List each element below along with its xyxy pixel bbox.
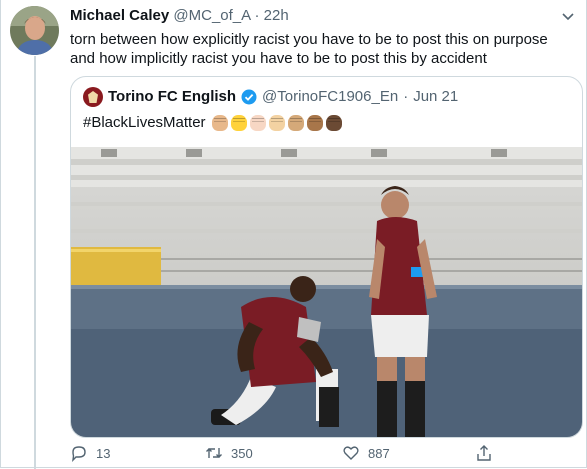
- quoted-author-handle: @TorinoFC1906_En: [262, 88, 399, 105]
- share-icon: [477, 445, 491, 461]
- quoted-date: Jun 21: [413, 88, 459, 105]
- raised-fist-emoji-icon: [268, 115, 285, 131]
- separator-dot: ·: [254, 7, 260, 24]
- tweet-text: torn between how explicitly racist you h…: [70, 30, 570, 68]
- reply-count: 13: [96, 445, 111, 461]
- retweet-count: 350: [231, 445, 253, 461]
- tweet-text-line-1: torn between how explicitly racist you h…: [70, 31, 548, 48]
- raised-fist-emoji-icon: [325, 115, 342, 131]
- like-count: 887: [368, 445, 390, 461]
- retweet-icon: [206, 448, 222, 458]
- like-button[interactable]: 887: [342, 441, 390, 465]
- verified-badge-icon: [241, 89, 257, 105]
- quoted-tweet-header: Torino FC English @TorinoFC1906_En · Jun…: [83, 87, 458, 107]
- tweet-header: Michael Caley @MC_of_A · 22h: [70, 7, 289, 25]
- tweet-photo[interactable]: [71, 147, 582, 437]
- author-handle[interactable]: @MC_of_A: [173, 7, 250, 24]
- raised-fist-emoji-icon: [211, 115, 228, 131]
- stadium-photo: [71, 147, 582, 437]
- raised-fist-emoji-icon: [306, 115, 323, 131]
- quoted-author-name: Torino FC English: [108, 88, 237, 105]
- author-name[interactable]: Michael Caley: [70, 7, 169, 24]
- tweet-text-line-2: and how implicitly racist you have to be…: [70, 50, 487, 67]
- hashtag-link[interactable]: #BlackLivesMatter: [83, 113, 206, 133]
- tweet-actions: 13 350 887: [70, 441, 510, 465]
- quoted-separator-dot: ·: [403, 88, 409, 105]
- raised-fist-emoji-icon: [249, 115, 266, 131]
- share-button[interactable]: [475, 441, 493, 465]
- avatar[interactable]: [10, 6, 59, 55]
- quoted-tweet[interactable]: Torino FC English @TorinoFC1906_En · Jun…: [70, 76, 583, 438]
- heart-icon: [343, 446, 359, 460]
- thread-line: [34, 56, 36, 469]
- reply-icon: [72, 446, 86, 462]
- quoted-author-avatar: [83, 87, 103, 107]
- raised-fist-emoji-icon: [230, 115, 247, 131]
- reply-button[interactable]: 13: [70, 441, 110, 465]
- timestamp[interactable]: 22h: [264, 7, 289, 24]
- retweet-button[interactable]: 350: [205, 441, 253, 465]
- quoted-tweet-text: #BlackLivesMatter: [83, 113, 342, 133]
- chevron-down-icon[interactable]: [561, 9, 575, 21]
- avatar-image: [10, 6, 59, 55]
- raised-fist-emoji-icon: [287, 115, 304, 131]
